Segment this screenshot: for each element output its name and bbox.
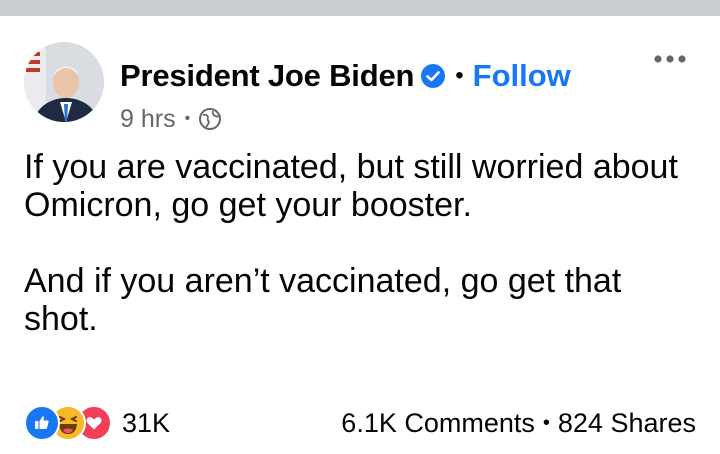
engagement-dot: • <box>542 411 550 434</box>
more-options-button[interactable] <box>650 48 690 70</box>
post-paragraph: And if you aren’t vaccinated, go get tha… <box>24 262 622 338</box>
verified-badge-icon <box>421 64 446 88</box>
engagement-stats: 6.1K Comments • 824 Shares <box>341 404 696 442</box>
avatar-photo <box>24 42 104 122</box>
meta-dot: • <box>184 110 191 127</box>
follow-button[interactable]: Follow <box>473 58 571 94</box>
reactions-summary[interactable]: 31K <box>24 404 170 442</box>
post-message: If you are vaccinated, but still worried… <box>24 148 704 338</box>
globe-icon[interactable] <box>198 107 222 131</box>
shares-count-link[interactable]: 824 Shares <box>558 408 696 439</box>
author-name[interactable]: President Joe Biden <box>120 58 414 94</box>
reaction-count: 31K <box>122 407 171 438</box>
more-options-icon <box>654 55 686 63</box>
post-paragraph: If you are vaccinated, but still worried… <box>24 148 678 224</box>
comments-count-link[interactable]: 6.1K Comments <box>341 408 535 439</box>
top-divider-strip <box>0 0 720 16</box>
avatar[interactable] <box>24 42 104 122</box>
post-timestamp[interactable]: 9 hrs <box>120 105 176 134</box>
separator-dot: • <box>455 62 464 89</box>
like-icon <box>24 405 60 441</box>
